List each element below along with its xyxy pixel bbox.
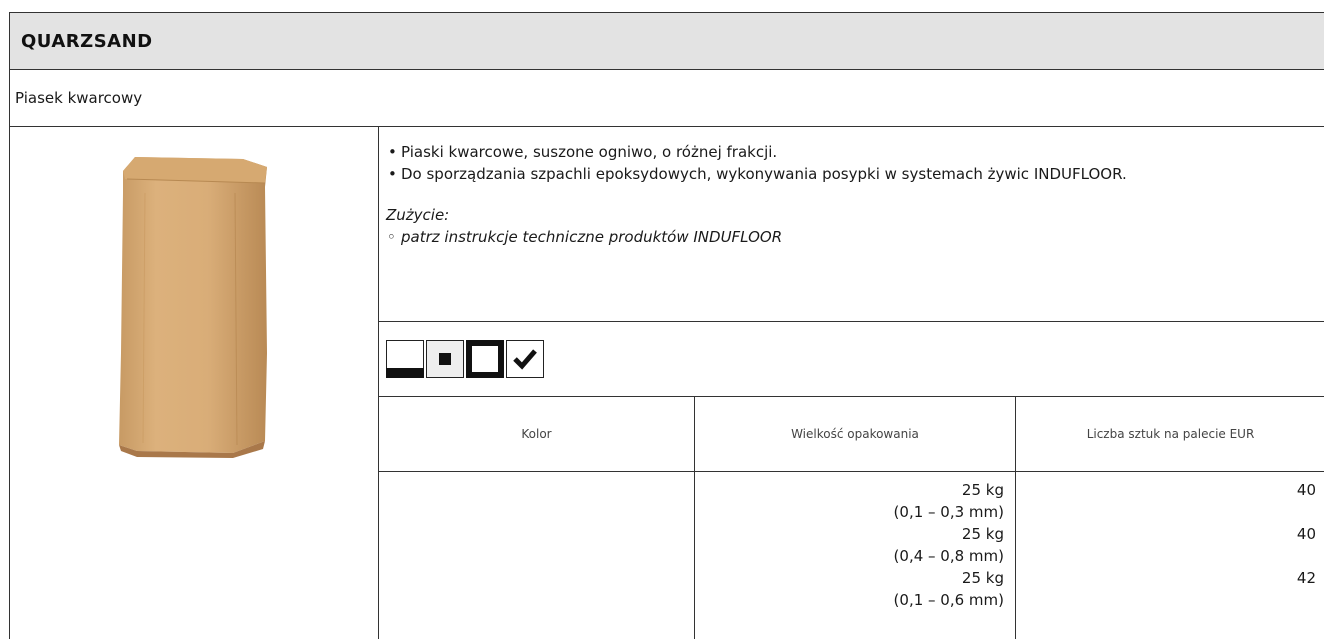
package-weight: 25 kg — [961, 481, 1004, 499]
description-bullet: Piaski kwarcowe, suszone ogniwo, o różne… — [386, 141, 1324, 163]
product-description: Piaski kwarcowe, suszone ogniwo, o różne… — [379, 127, 1324, 322]
usage-icons-row — [379, 322, 1324, 397]
description-bullet: Do sporządzania szpachli epoksydowych, w… — [386, 163, 1324, 185]
table-row: 25 kg (0,1 – 0,3 mm) — [695, 479, 1004, 523]
product-subtitle: Piasek kwarcowy — [15, 89, 143, 107]
pieces-value: 40 — [1296, 481, 1316, 499]
consumption-label: Zużycie: — [386, 206, 450, 224]
pieces-value: 40 — [1296, 525, 1316, 543]
package-fraction: (0,1 – 0,6 mm) — [893, 591, 1004, 609]
table-row: 25 kg (0,4 – 0,8 mm) — [695, 523, 1004, 567]
header-pieces-per-pallet: Liczba sztuk na palecie EUR — [1086, 427, 1255, 441]
package-fraction: (0,1 – 0,3 mm) — [893, 503, 1004, 521]
frame-icon — [466, 340, 504, 378]
product-image-cell — [10, 127, 379, 639]
table-header: Kolor Wielkość opakowania Liczba sztuk n… — [379, 397, 1324, 472]
table-row: 25 kg (0,1 – 0,6 mm) — [695, 567, 1004, 611]
consumption-item: patrz instrukcje techniczne produktów IN… — [386, 226, 1324, 248]
title-bar: QUARZSAND — [10, 13, 1324, 70]
product-sheet: QUARZSAND Piasek kwarcowy Piaski kwa — [9, 12, 1324, 639]
pieces-value: 42 — [1296, 569, 1316, 587]
consumption-section: Zużycie: patrz instrukcje techniczne pro… — [386, 204, 1324, 248]
inner-square-icon — [426, 340, 464, 378]
header-color: Kolor — [379, 397, 695, 471]
description-bullets: Piaski kwarcowe, suszone ogniwo, o różne… — [386, 141, 1324, 185]
checkmark-icon — [506, 340, 544, 378]
sand-bag-image — [119, 157, 267, 458]
package-weight: 25 kg — [961, 569, 1004, 587]
package-size-column: 25 kg (0,1 – 0,3 mm) 25 kg (0,4 – 0,8 mm… — [695, 472, 1016, 639]
color-column — [379, 472, 695, 639]
package-fraction: (0,4 – 0,8 mm) — [893, 547, 1004, 565]
pieces-column: 40 40 42 — [1016, 472, 1324, 639]
header-package-size: Wielkość opakowania — [695, 397, 1016, 471]
product-title: QUARZSAND — [21, 30, 153, 52]
package-weight: 25 kg — [961, 525, 1004, 543]
packaging-table: Kolor Wielkość opakowania Liczba sztuk n… — [379, 397, 1324, 639]
floor-icon — [386, 340, 424, 378]
table-body: 25 kg (0,1 – 0,3 mm) 25 kg (0,4 – 0,8 mm… — [379, 472, 1324, 639]
subtitle-row: Piasek kwarcowy — [10, 70, 1324, 127]
